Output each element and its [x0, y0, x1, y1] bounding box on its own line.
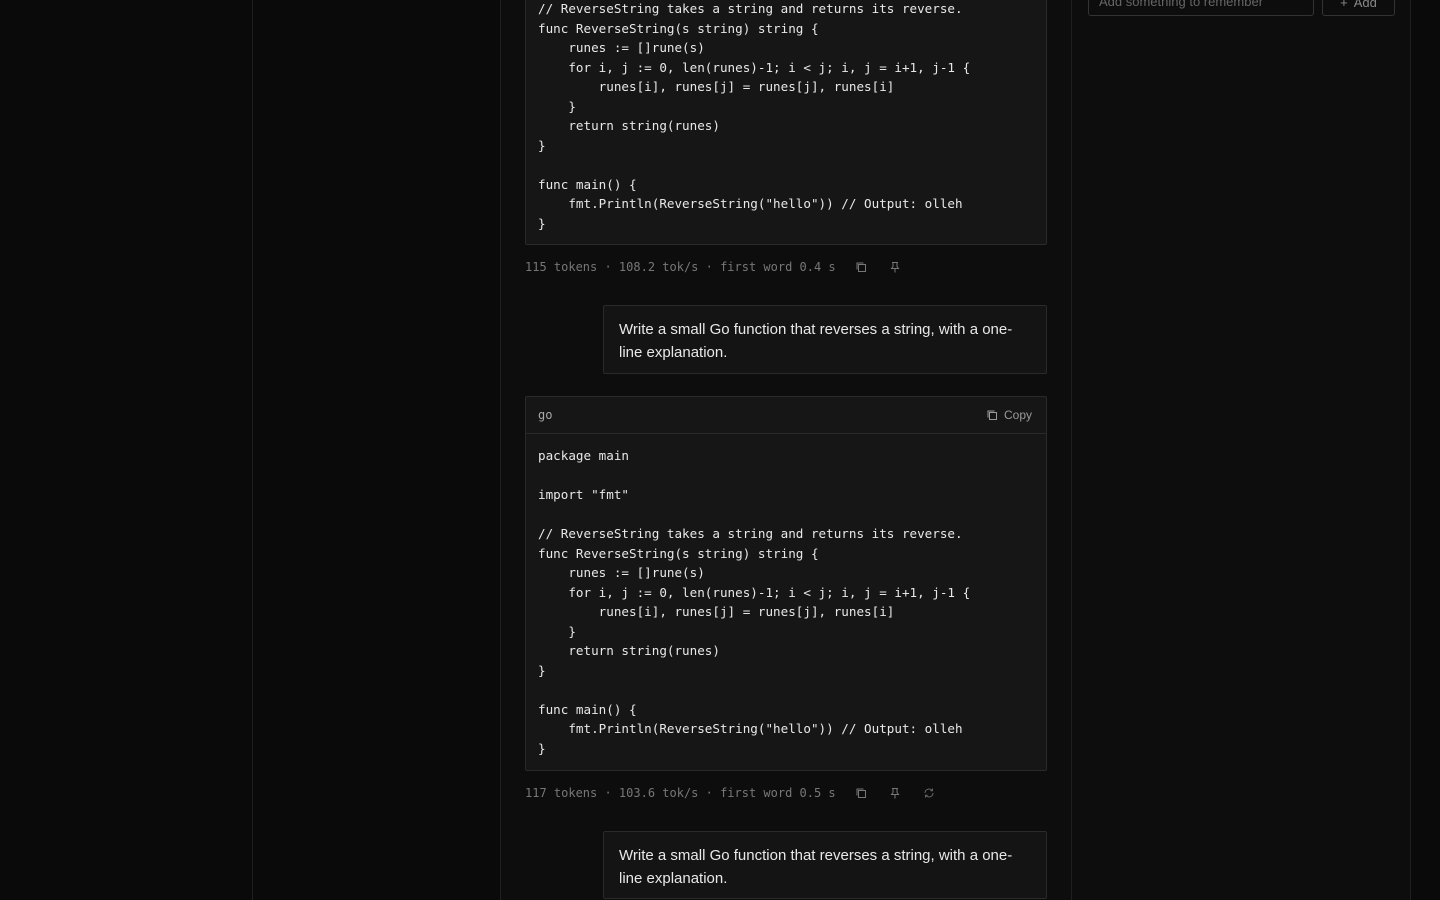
response-stats: 117 tokens · 103.6 tok/s · first word 0.… — [525, 785, 936, 801]
user-message: Write a small Go function that reverses … — [603, 305, 1047, 374]
memory-input-placeholder: Add something to remember — [1099, 0, 1264, 9]
chat-thread[interactable]: // ReverseString takes a string and retu… — [501, 0, 1072, 900]
memory-panel: Add something to remember + Add — [1072, 0, 1411, 900]
code-language: go — [538, 408, 553, 422]
plus-icon: + — [1340, 0, 1348, 10]
window-edge — [1411, 0, 1440, 900]
code-content: package main import "fmt" // ReverseStri… — [538, 448, 971, 756]
pin-icon[interactable] — [888, 786, 902, 800]
stats-text: 117 tokens · 103.6 tok/s · first word 0.… — [525, 786, 836, 800]
left-sidebar — [0, 0, 253, 900]
copy-label: Copy — [1003, 408, 1032, 422]
memory-add-label: Add — [1353, 0, 1377, 10]
copy-icon — [987, 410, 997, 420]
pin-icon[interactable] — [888, 260, 902, 274]
memory-add-button[interactable]: + Add — [1322, 0, 1395, 16]
code-block: // ReverseString takes a string and retu… — [525, 0, 1047, 245]
stats-text: 115 tokens · 108.2 tok/s · first word 0.… — [525, 260, 836, 274]
copy-code-button[interactable]: Copy — [986, 408, 1032, 422]
copy-icon[interactable] — [854, 786, 868, 800]
user-message: Write a small Go function that reverses … — [603, 831, 1047, 899]
response-stats: 115 tokens · 108.2 tok/s · first word 0.… — [525, 259, 902, 275]
code-block: go Copy package main import "fmt" // Rev… — [525, 396, 1047, 771]
memory-input[interactable]: Add something to remember — [1088, 0, 1314, 16]
code-block-header: go Copy — [526, 397, 1046, 434]
code-content: // ReverseString takes a string and retu… — [538, 1, 971, 231]
user-message-text: Write a small Go function that reverses … — [619, 847, 1013, 887]
user-message-text: Write a small Go function that reverses … — [619, 321, 1013, 361]
copy-icon[interactable] — [854, 260, 868, 274]
regenerate-icon[interactable] — [922, 786, 936, 800]
sidebar-spacer — [253, 0, 501, 900]
